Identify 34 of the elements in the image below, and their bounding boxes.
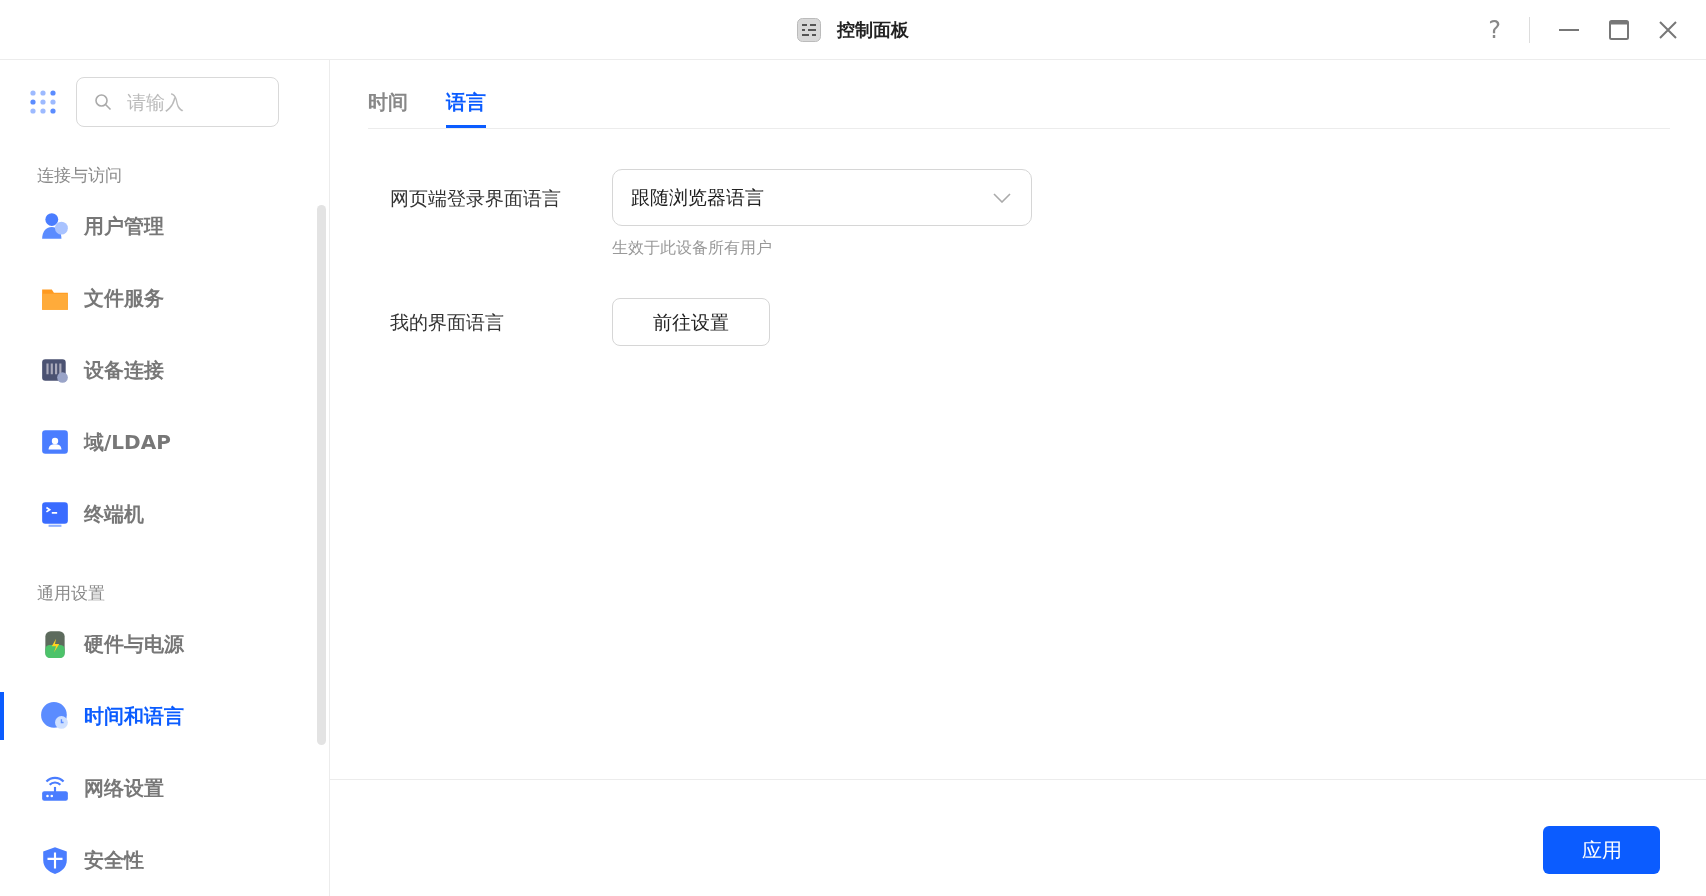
chevron-down-icon (993, 192, 1011, 203)
terminal-icon (40, 499, 70, 529)
tab[interactable]: 语言 (446, 86, 486, 128)
search-icon (94, 93, 112, 111)
maximize-icon[interactable] (1608, 19, 1630, 41)
search-field[interactable]: 请输入 (76, 77, 279, 127)
sidebar-item[interactable]: 安全性 (0, 824, 329, 896)
help-button[interactable]: ? (1488, 18, 1501, 42)
user-group-icon (40, 211, 70, 241)
section-heading: 通用设置 (36, 582, 106, 606)
sidebar-item[interactable]: 时间和语言 (0, 680, 329, 752)
scrollbar[interactable] (317, 205, 326, 745)
sidebar-item[interactable]: 文件服务 (0, 262, 329, 334)
contact-card-icon (40, 427, 70, 457)
shield-icon (40, 845, 70, 875)
sidebar-item[interactable]: 网络设置 (0, 752, 329, 824)
globe-clock-icon (40, 701, 70, 731)
go-to-settings-button[interactable]: 前往设置 (612, 298, 770, 346)
sidebar-item[interactable]: 设备连接 (0, 334, 329, 406)
sidebar-item[interactable]: 域/LDAP (0, 406, 329, 478)
language-dropdown[interactable]: 跟随浏览器语言 (612, 169, 1032, 226)
window-title: 控制面板 (837, 18, 909, 42)
sidebar-item[interactable]: 用户管理 (0, 190, 329, 262)
sidebar-item[interactable]: 硬件与电源 (0, 608, 329, 680)
field-label: 我的界面语言 (390, 310, 505, 335)
close-icon[interactable] (1658, 20, 1678, 40)
section-heading: 连接与访问 (36, 164, 123, 188)
field-label: 网页端登录界面语言 (390, 186, 562, 211)
tab[interactable]: 时间 (368, 86, 408, 128)
sidebar-item[interactable]: 终端机 (0, 478, 329, 550)
hint-text: 生效于此设备所有用户 (612, 237, 773, 259)
apply-button[interactable]: 应用 (1543, 826, 1660, 874)
app-grid-icon[interactable] (30, 90, 56, 114)
control-panel-icon (797, 17, 821, 42)
